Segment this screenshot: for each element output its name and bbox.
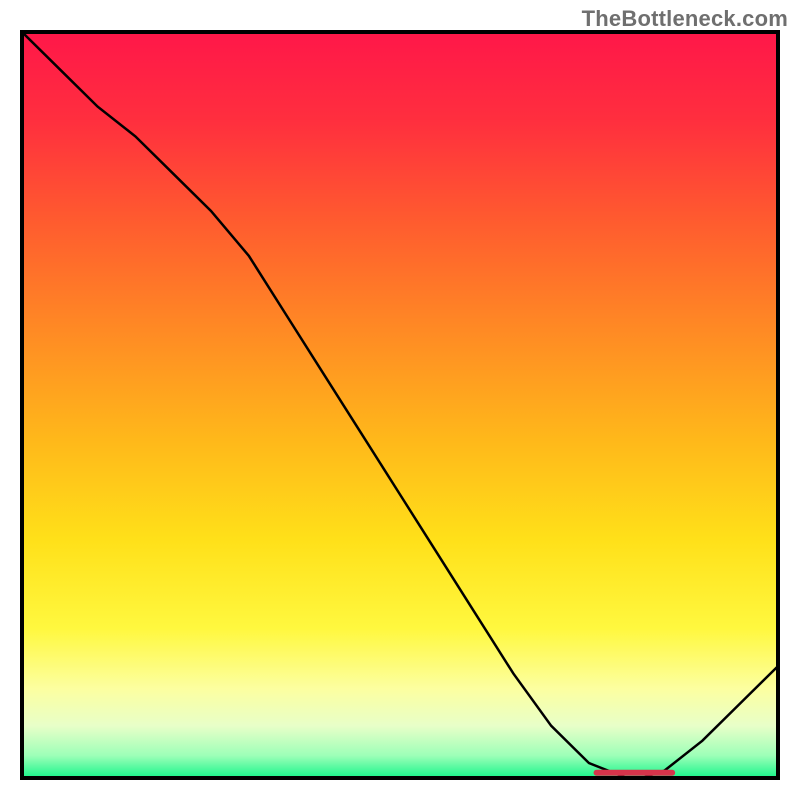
chart-svg (0, 0, 800, 800)
plot-background (22, 32, 778, 778)
watermark-text: TheBottleneck.com (582, 6, 788, 32)
chart-container: TheBottleneck.com (0, 0, 800, 800)
